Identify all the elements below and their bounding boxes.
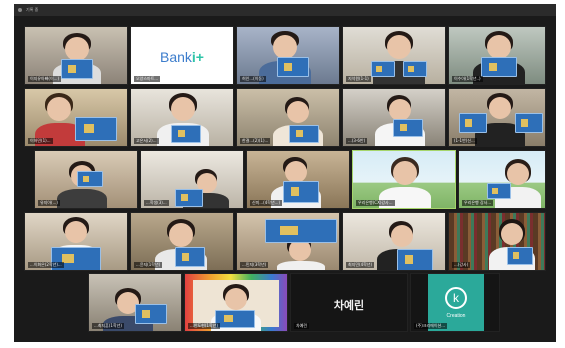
participant-name: 허인...(이동) xyxy=(240,76,266,82)
video-tile[interactable]: ...학생(3)... xyxy=(140,150,244,209)
zoom-window: 기록 중 이지유아빠(이...) Banki+ 오양스마트... 허인...(이… xyxy=(14,4,556,342)
video-tile[interactable]: ...윤지(1학년) xyxy=(130,212,234,271)
participant-name: ...학생(3)... xyxy=(144,200,169,206)
participant-name: 우리은행 강사... xyxy=(462,200,494,206)
window-title: 기록 중 xyxy=(26,7,39,12)
video-tile[interactable]: ...(강사) xyxy=(448,212,546,271)
video-tile[interactable]: 이지유아빠(이...) xyxy=(24,26,128,85)
video-tile-camera-off[interactable]: 차예린 차예린 xyxy=(290,273,408,332)
video-tile[interactable]: ...민지(3학년) xyxy=(236,212,340,271)
video-tile[interactable]: 지석원(1-1) xyxy=(342,26,446,85)
participant-name: (주)크리에이션... xyxy=(414,323,448,329)
video-tile[interactable]: ...(3-6반) xyxy=(342,88,446,147)
participant-name: ...이화은(2학년)... xyxy=(28,262,64,268)
banki-logo: Banki+ xyxy=(160,49,204,65)
participant-display-name: 차예린 xyxy=(333,299,365,312)
video-tile[interactable]: 이수아(1학년..) xyxy=(448,26,546,85)
participant-name: ...민지(3학년) xyxy=(240,262,269,268)
video-tile[interactable]: 한결...(2)(1)... xyxy=(236,88,340,147)
video-tile[interactable]: 이하민(1)... xyxy=(24,88,128,147)
participant-name: (1-1반)신... xyxy=(452,138,477,144)
creation-logo-text: Creation xyxy=(446,313,466,319)
recording-icon xyxy=(18,8,22,12)
video-tile[interactable]: ...이화은(2학년)... xyxy=(24,212,128,271)
participant-name: 이하민(1)... xyxy=(28,138,53,144)
video-tile[interactable]: ...안도현(1학년) xyxy=(184,273,288,332)
participant-name: 이수아(1학년..) xyxy=(452,76,483,82)
participant-name: 한결...(2)(1)... xyxy=(240,138,271,144)
participant-name: ...(3-6반) xyxy=(346,138,368,144)
creation-logo-icon: k xyxy=(445,287,467,309)
participant-name: 지석원(1-1) xyxy=(346,76,371,82)
video-tile[interactable]: 허인...(이동) xyxy=(236,26,340,85)
video-tile[interactable]: Banki+ 오양스마트... xyxy=(130,26,234,85)
participant-name: ...윤지(1학년) xyxy=(134,262,163,268)
video-tile[interactable]: 우리은행 강사... xyxy=(458,150,546,209)
participant-name: 차예린 xyxy=(294,323,310,329)
window-titlebar: 기록 중 xyxy=(14,4,556,16)
participant-name: 유지아(...) xyxy=(38,200,60,206)
participant-name: 최지민(4학년) xyxy=(346,262,375,268)
participant-name: 신미...(4학년...) xyxy=(250,200,283,206)
participant-name: 오양스마트... xyxy=(134,76,161,82)
video-tile[interactable]: 최지민(4학년) xyxy=(342,212,446,271)
participant-name: 우리은행(CX)강사... xyxy=(356,200,395,206)
video-tile[interactable]: 고은서(2)... xyxy=(130,88,234,147)
participant-name: ...안도현(1학년) xyxy=(188,323,220,329)
video-tile[interactable]: 신미...(4학년...) xyxy=(246,150,350,209)
video-tile[interactable]: ...최지훈(1학년) xyxy=(88,273,182,332)
participant-name: 이지유아빠(이...) xyxy=(28,76,62,82)
video-tile[interactable]: 유지아(...) xyxy=(34,150,138,209)
video-tile-active-speaker[interactable]: 우리은행(CX)강사... xyxy=(352,150,456,209)
participant-name: 고은서(2)... xyxy=(134,138,159,144)
video-tile[interactable]: (1-1반)신... xyxy=(448,88,546,147)
participant-name: ...(강사) xyxy=(452,262,471,268)
participant-name: ...최지훈(1학년) xyxy=(92,323,124,329)
video-tile[interactable]: k Creation (주)크리에이션... xyxy=(410,273,500,332)
